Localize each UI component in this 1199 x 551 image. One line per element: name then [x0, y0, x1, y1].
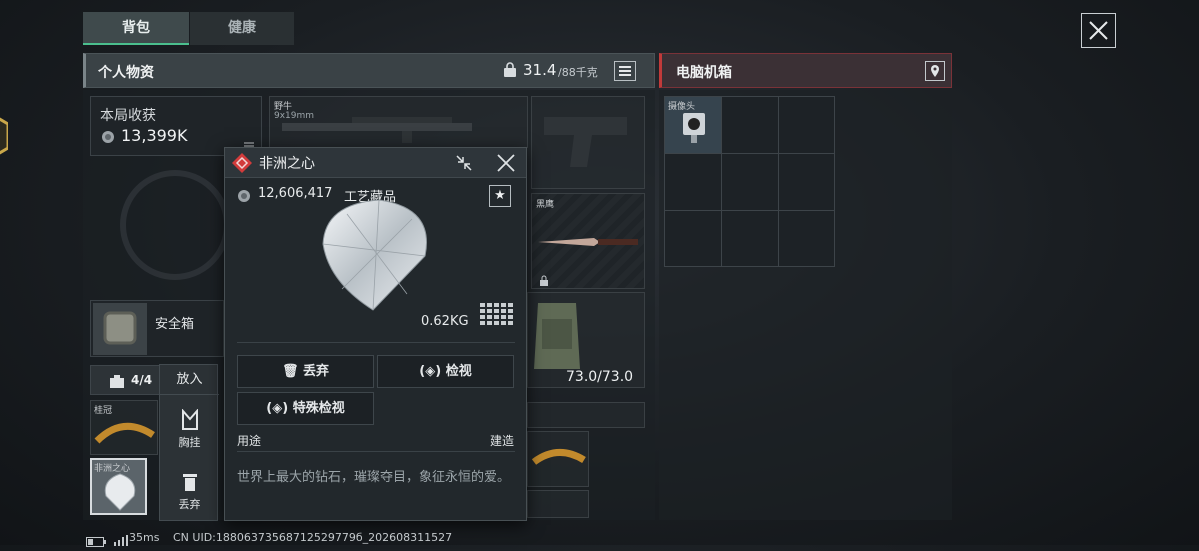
- case-count: 4/4: [131, 373, 153, 387]
- earnings-label: 本局收获: [100, 108, 156, 124]
- special-inspect-icon: (◈): [266, 401, 289, 416]
- side-badge: [0, 112, 10, 160]
- grid-line-v1: [721, 97, 722, 266]
- trash-icon: 🗑: [281, 364, 299, 379]
- popup-close-button[interactable]: [495, 152, 517, 178]
- main-weapon-slot[interactable]: 野牛 9x19mm: [269, 96, 528, 148]
- popup-header: 非洲之心: [225, 148, 526, 178]
- discard-button[interactable]: 🗑 丢弃: [237, 355, 374, 388]
- usage-divider: [237, 451, 515, 452]
- context-discard-label: 丢弃: [178, 498, 201, 511]
- context-header: 放入: [160, 365, 219, 395]
- usage-label: 用途: [237, 434, 262, 448]
- chest-rig-icon: [181, 408, 198, 430]
- diamond-image: [322, 199, 427, 311]
- popup-divider: [237, 342, 515, 343]
- special-inspect-button[interactable]: (◈) 特殊检视: [237, 392, 374, 425]
- inspect-button-label: 检视: [445, 364, 472, 379]
- close-icon: [1089, 21, 1108, 40]
- popup-title: 非洲之心: [259, 156, 315, 172]
- diamond-icon: [104, 473, 136, 511]
- armor-durability: 73.0/73.0: [566, 369, 634, 385]
- pistol-slot[interactable]: [531, 96, 645, 189]
- earnings-value: 13,399K: [121, 126, 188, 145]
- computer-box-header: 电脑机箱: [659, 53, 952, 88]
- collapse-icon: [456, 155, 472, 171]
- location-pin-icon: [931, 65, 939, 77]
- tab-backpack[interactable]: 背包: [83, 12, 189, 45]
- armor-slot[interactable]: 73.0/73.0: [527, 292, 645, 388]
- emblem-watermark: [120, 170, 230, 280]
- weight-icon: [502, 62, 518, 82]
- grid-line-h2: [665, 210, 834, 211]
- pistol-icon: [544, 117, 627, 167]
- discard-button-label: 丢弃: [303, 364, 330, 379]
- close-icon: [497, 154, 515, 172]
- case-bar: 4/4: [90, 365, 160, 395]
- star-icon: ★: [494, 188, 506, 203]
- personal-title: 个人物资: [98, 65, 154, 81]
- extra-slot[interactable]: [527, 490, 589, 518]
- trash-icon: [182, 474, 197, 491]
- grid-line-h1: [665, 153, 834, 154]
- safe-box-slot[interactable]: 安全箱: [90, 300, 224, 357]
- camera-item-slot[interactable]: 摄像头: [665, 97, 721, 153]
- rarity-diamond-icon: [231, 152, 253, 178]
- carry-capacity: /88千克: [558, 66, 598, 79]
- favorite-button[interactable]: ★: [489, 185, 511, 207]
- price-coin-icon: [237, 188, 251, 207]
- collapse-button[interactable]: [453, 152, 475, 178]
- grid-size-icon: [480, 303, 514, 331]
- context-chest-button[interactable]: 胸挂: [160, 408, 219, 450]
- knife-slot[interactable]: 黑鹰: [531, 193, 645, 289]
- context-menu: 放入 胸挂 丢弃: [159, 364, 219, 521]
- knife-name: 黑鹰: [536, 200, 555, 210]
- special-inspect-button-label: 特殊检视: [292, 401, 345, 416]
- tab-health[interactable]: 健康: [190, 12, 294, 45]
- knife-lock-icon: [538, 272, 550, 291]
- computer-box-title: 电脑机箱: [676, 65, 732, 81]
- laurel-slot[interactable]: 桂冠: [90, 400, 158, 455]
- location-button[interactable]: [925, 61, 945, 81]
- case-icon: [109, 374, 125, 393]
- safe-box-icon: [93, 303, 147, 355]
- armor-vest-icon: [534, 303, 580, 369]
- inspect-icon: (◈): [419, 364, 442, 379]
- inspect-button[interactable]: (◈) 检视: [377, 355, 514, 388]
- laurel-icon: [531, 449, 586, 465]
- smg-icon: [282, 117, 472, 143]
- signal-icon: [114, 531, 128, 550]
- context-discard-button[interactable]: 丢弃: [160, 471, 219, 512]
- heart-of-africa-slot[interactable]: 非洲之心: [90, 458, 147, 515]
- grid-line-v2: [778, 97, 779, 266]
- list-button[interactable]: [614, 61, 636, 81]
- computer-box-grid: 摄像头: [664, 96, 835, 267]
- personal-header: 个人物资 31.4 /88千克: [83, 53, 655, 88]
- item-weight: 0.62KG: [421, 314, 469, 329]
- item-detail-popup: 非洲之心 12,606,417 工艺藏品 ★ 0.62KG 🗑 丢弃 (◈) 检…: [224, 147, 527, 521]
- laurel-icon: [94, 422, 155, 444]
- context-chest-label: 胸挂: [178, 436, 201, 449]
- carry-weight: 31.4: [523, 61, 557, 79]
- knife-icon: [538, 238, 638, 246]
- list-icon: [619, 66, 631, 76]
- item-description: 世界上最大的钻石，璀璨夺目，象征永恒的爱。: [237, 470, 511, 485]
- ping-value: 35ms: [129, 531, 160, 544]
- rig-bar: [527, 402, 645, 428]
- close-button[interactable]: [1081, 13, 1116, 48]
- battery-icon: [86, 532, 106, 551]
- build-label: 建造: [490, 434, 515, 448]
- safe-box-label: 安全箱: [155, 317, 195, 332]
- uid-text: CN UID:18806373568712529779б_20260831152…: [173, 531, 453, 544]
- laurel-slot-2[interactable]: [527, 431, 589, 487]
- coin-icon: [101, 129, 115, 148]
- camera-icon: [683, 113, 705, 143]
